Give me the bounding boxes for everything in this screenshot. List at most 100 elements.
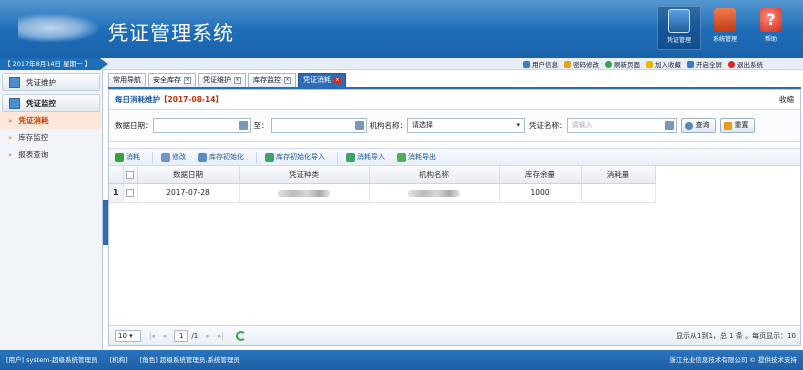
edit-icon (161, 152, 170, 162)
close-icon[interactable]: × (184, 77, 191, 84)
action-bar: 消耗 修改 库存初始化 库存初始化导入 消耗导入 消耗导出 (109, 148, 800, 166)
date-from-input[interactable] (152, 118, 251, 133)
calendar-icon[interactable] (238, 121, 248, 130)
power-icon (728, 60, 735, 68)
user-icon (523, 60, 530, 68)
search-icon (684, 121, 693, 130)
cell-consume (581, 183, 656, 203)
refresh-page-link[interactable]: 刷新页面 (605, 59, 640, 69)
folder-icon (9, 97, 20, 109)
key-icon (564, 60, 571, 68)
row-checkbox[interactable] (126, 189, 134, 197)
chevron-right-icon: » (8, 116, 13, 125)
certificate-icon (668, 9, 690, 33)
select-all-checkbox-header (123, 166, 138, 184)
panel-title: 每日消耗维护【2017-08-14】 收缩 (109, 90, 800, 110)
sidebar-item-stock-monitor[interactable]: » 库存监控 (0, 129, 102, 146)
add-icon (115, 152, 124, 162)
col-stock[interactable]: 库存余量 (499, 166, 582, 184)
next-page-icon[interactable]: ▸ (206, 332, 210, 340)
col-cert-type[interactable]: 凭证种类 (239, 166, 370, 184)
stock-init-import-button[interactable]: 库存初始化导入 (265, 152, 325, 162)
prev-page-icon[interactable]: ◂ (163, 332, 167, 340)
logo (18, 14, 98, 42)
table-row[interactable]: 1 2017-07-28 1000 (109, 183, 656, 203)
help-icon: ? (760, 8, 782, 32)
init-icon (198, 152, 207, 162)
collapse-link[interactable]: 收缩 (779, 90, 794, 110)
edit-button[interactable]: 修改 (161, 152, 186, 162)
tab-stock-monitor[interactable]: 库存监控 × (248, 73, 296, 87)
calendar-icon[interactable] (354, 121, 364, 130)
query-button[interactable]: 查询 (680, 118, 716, 133)
cell-cert-type-redacted (239, 183, 370, 203)
last-page-icon[interactable]: ▸| (218, 332, 224, 340)
tab-safety-stock[interactable]: 安全库存 × (148, 73, 196, 87)
sidebar-item-report-query[interactable]: » 报表查询 (0, 146, 102, 163)
col-date[interactable]: 数据日期 (137, 166, 240, 184)
fullscreen-link[interactable]: 开启全屏 (687, 59, 722, 69)
current-date: 【 2017年8月14日 星期一 】 (0, 58, 108, 70)
rownum-header (109, 166, 124, 184)
nav-help[interactable]: ? 帮助 (749, 6, 793, 50)
logout-link[interactable]: 退出系统 (728, 59, 763, 69)
tab-cert-maintain[interactable]: 凭证维护 × (198, 73, 246, 87)
cell-org-name-redacted (369, 183, 500, 203)
user-info-link[interactable]: 用户信息 (523, 59, 558, 69)
consume-export-button[interactable]: 消耗导出 (397, 152, 436, 162)
cell-stock: 1000 (499, 183, 582, 203)
top-nav: 凭证管理 系统管理 ? 帮助 (655, 6, 793, 50)
cert-name-input[interactable]: 请输入 (566, 118, 677, 133)
refresh-icon (605, 60, 612, 68)
app-header: 凭证管理系统 凭证管理 系统管理 ? 帮助 (0, 0, 803, 58)
tab-common-nav[interactable]: 常用导航 (108, 73, 146, 87)
pager-info: 显示从1到1，总 1 条 。每页显示：10 (676, 332, 796, 340)
consume-import-button[interactable]: 消耗导入 (346, 152, 385, 162)
star-icon (646, 60, 653, 68)
app-title: 凭证管理系统 (108, 21, 234, 45)
select-all-checkbox[interactable] (126, 170, 134, 179)
close-icon[interactable]: × (284, 77, 291, 84)
chevron-down-icon: ▾ (516, 121, 520, 129)
reset-button[interactable]: 重置 (719, 118, 755, 133)
refresh-icon[interactable] (235, 330, 246, 341)
pencil-icon (723, 121, 732, 130)
add-favorite-link[interactable]: 加入收藏 (646, 59, 681, 69)
tab-bar: 常用导航 安全库存 × 凭证维护 × 库存监控 × 凭证消耗 × (108, 73, 348, 87)
search-bar: 数据日期： 至： 机构名称： 请选择 ▾ 凭证名称： 请输入 查询 重置 (109, 110, 800, 142)
export-icon (397, 152, 406, 162)
cell-date: 2017-07-28 (137, 183, 240, 203)
tab-cert-consume[interactable]: 凭证消耗 × (298, 73, 346, 87)
chevron-right-icon: » (8, 133, 13, 142)
password-change-link[interactable]: 密码修改 (564, 59, 599, 69)
sidebar-cat-cert-maintain[interactable]: 凭证维护 (2, 73, 100, 91)
list-icon[interactable] (664, 121, 674, 130)
nav-system-management[interactable]: 系统管理 (703, 6, 747, 50)
status-footer: [用户] system-超级系统管理员 [机构] [角色] 超级系统管理员,系统… (0, 350, 803, 370)
date-to-input[interactable] (270, 118, 367, 133)
sidebar-cat-cert-monitor[interactable]: 凭证监控 (2, 94, 100, 112)
import-icon (346, 152, 355, 162)
page-number-input[interactable]: 1 (174, 329, 189, 342)
system-icon (714, 8, 736, 32)
col-consume[interactable]: 消耗量 (581, 166, 656, 184)
chevron-right-icon: » (8, 150, 13, 159)
sidebar-item-cert-consume[interactable]: » 凭证消耗 (0, 112, 102, 129)
import-icon (265, 152, 274, 162)
page-size-select[interactable]: 10 ▾ (115, 329, 141, 342)
col-org-name[interactable]: 机构名称 (369, 166, 500, 184)
first-page-icon[interactable]: |◂ (149, 332, 155, 340)
folder-icon (9, 76, 20, 88)
close-icon[interactable]: × (234, 77, 241, 84)
sidebar: 凭证维护 凭证监控 » 凭证消耗 » 库存监控 » 报表查询 (0, 70, 103, 350)
close-icon[interactable]: × (334, 77, 341, 84)
org-select[interactable]: 请选择 ▾ (407, 118, 525, 133)
data-grid: 数据日期 凭证种类 机构名称 库存余量 消耗量 1 2017-07-28 100… (109, 166, 800, 203)
stock-init-button[interactable]: 库存初始化 (198, 152, 244, 162)
user-links: 用户信息 密码修改 刷新页面 加入收藏 开启全屏 退出系统 (517, 59, 763, 69)
pager: 10 ▾ |◂ ◂ 1 /1 ▸ ▸| 显示从1到1，总 1 条 。每页显示：1… (109, 325, 800, 345)
consume-button[interactable]: 消耗 (115, 152, 140, 162)
nav-cert-management[interactable]: 凭证管理 (657, 6, 701, 50)
row-number: 1 (109, 183, 124, 203)
fullscreen-icon (687, 60, 694, 68)
